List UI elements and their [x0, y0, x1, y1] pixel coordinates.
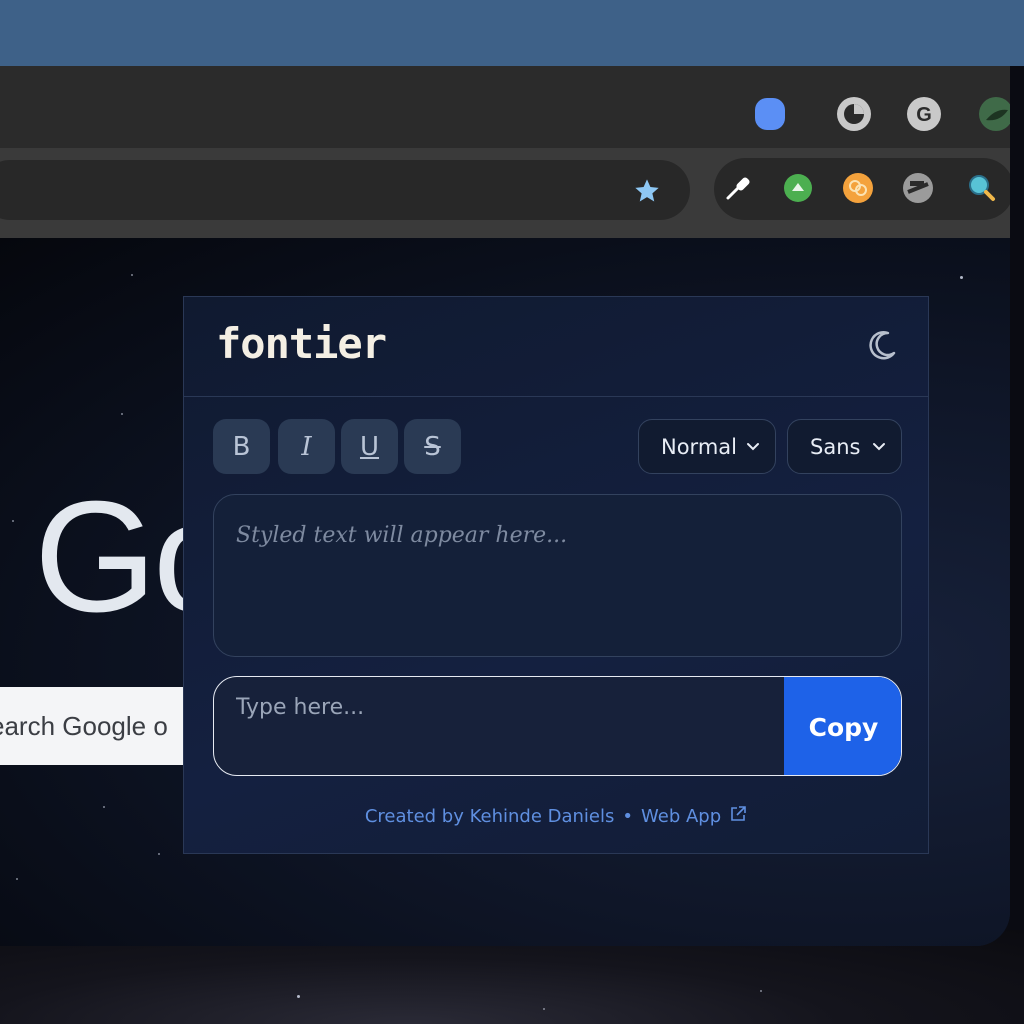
- input-row: Copy: [213, 676, 902, 776]
- clock-tab-icon[interactable]: [836, 96, 872, 132]
- star: [121, 413, 123, 415]
- popup-header: fontier: [184, 297, 928, 397]
- italic-label: I: [301, 431, 312, 462]
- moon-icon[interactable]: [864, 327, 900, 363]
- star: [131, 274, 133, 276]
- star-icon[interactable]: [630, 174, 664, 208]
- star: [158, 853, 160, 855]
- output-placeholder: Styled text will appear here...: [236, 523, 568, 548]
- strikethrough-button[interactable]: S: [404, 419, 461, 474]
- copy-button[interactable]: Copy: [784, 677, 901, 775]
- chevron-down-icon: [745, 435, 761, 459]
- address-bar[interactable]: [0, 160, 690, 220]
- external-link-icon[interactable]: [729, 805, 747, 828]
- star: [760, 990, 762, 992]
- size-select-value: Normal: [661, 434, 737, 459]
- desktop-wallpaper-top: [0, 0, 1024, 66]
- footer: Created by Kehinde Daniels • Web App: [184, 805, 928, 828]
- bold-button[interactable]: B: [213, 419, 270, 474]
- extensions-area: [714, 158, 1010, 220]
- star: [12, 520, 14, 522]
- chevron-down-icon: [871, 435, 887, 459]
- star: [960, 276, 963, 279]
- gray-extension-icon[interactable]: [900, 170, 936, 206]
- fontier-popup: fontier B I U S Normal Sans Styled text …: [183, 296, 929, 854]
- styled-output[interactable]: Styled text will appear here...: [213, 494, 902, 657]
- strikethrough-label: S: [424, 431, 441, 462]
- browser-toolbar: [0, 148, 1010, 238]
- svg-text:G: G: [916, 104, 932, 126]
- eyedropper-icon[interactable]: [720, 170, 756, 206]
- font-select[interactable]: Sans: [787, 419, 902, 474]
- footer-separator: •: [622, 806, 633, 827]
- underline-button[interactable]: U: [341, 419, 398, 474]
- app-title: fontier: [216, 319, 387, 368]
- size-select[interactable]: Normal: [638, 419, 776, 474]
- star: [16, 878, 18, 880]
- web-app-link[interactable]: Web App: [641, 806, 721, 827]
- text-input[interactable]: [214, 677, 784, 775]
- italic-button[interactable]: I: [278, 419, 335, 474]
- star: [103, 806, 105, 808]
- underline-label: U: [359, 431, 380, 462]
- tab-strip: G: [0, 66, 1010, 148]
- green-tab-icon[interactable]: [978, 96, 1010, 132]
- green-extension-icon[interactable]: [780, 170, 816, 206]
- star: [543, 1008, 545, 1010]
- google-tab-icon[interactable]: G: [906, 96, 942, 132]
- footer-credit: Created by Kehinde Daniels: [364, 806, 615, 827]
- font-select-value: Sans: [810, 434, 861, 459]
- bold-label: B: [232, 431, 251, 462]
- google-search-box[interactable]: earch Google o: [0, 687, 200, 765]
- star: [297, 995, 300, 998]
- blue-tab-icon[interactable]: [752, 96, 788, 132]
- orange-extension-icon[interactable]: [840, 170, 876, 206]
- magnifier-extension-icon[interactable]: [964, 170, 1000, 206]
